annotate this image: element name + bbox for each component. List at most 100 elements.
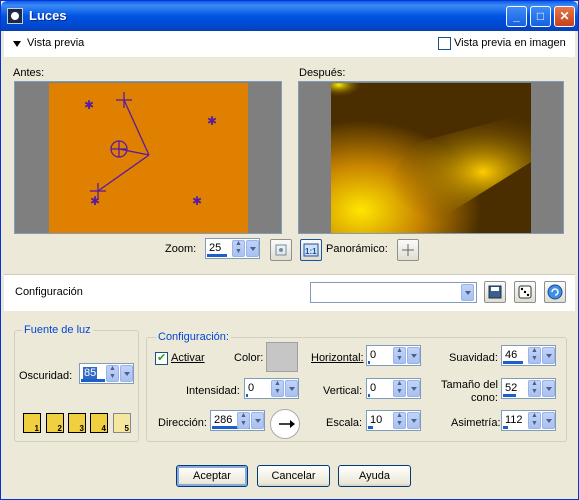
collapse-triangle-icon[interactable]	[13, 41, 21, 47]
light-2-button[interactable]: 2	[46, 413, 64, 433]
zoom-combo[interactable]: 25	[205, 238, 260, 259]
asymmetry-spinbox[interactable]: 112	[501, 410, 556, 431]
lights-dialog: Luces _ □ ✕ Vista previa Vista previa en…	[0, 0, 579, 500]
zoom-value[interactable]: 25	[209, 242, 221, 254]
pan-button[interactable]	[397, 239, 419, 261]
scale-bar	[368, 426, 373, 429]
intensity-label: Intensidad:	[186, 385, 240, 397]
intensity-spinbox[interactable]: 0	[244, 378, 299, 399]
scale-dropdown[interactable]	[407, 412, 420, 429]
after-preview-pane[interactable]	[298, 81, 564, 234]
light-marker-1: ✱	[84, 98, 94, 112]
light-marker-4: ✱	[192, 194, 202, 208]
cone-size-label: Tamaño del cono:	[441, 379, 498, 404]
asymmetry-spinner[interactable]	[528, 412, 541, 429]
cone-size-spinbox[interactable]: 52	[501, 378, 556, 399]
save-icon	[488, 285, 502, 299]
minimize-button[interactable]: _	[506, 6, 527, 27]
vertical-label: Vertical:	[323, 385, 363, 397]
cancel-button[interactable]: Cancelar	[257, 465, 330, 487]
random-button[interactable]	[514, 281, 536, 303]
direction-dial[interactable]	[270, 409, 300, 439]
scale-spinbox[interactable]: 10	[366, 410, 421, 431]
direction-arrow-icon	[279, 420, 295, 428]
svg-text:1:1: 1:1	[305, 247, 317, 256]
help-button[interactable]: Ayuda	[338, 465, 411, 487]
title-bar[interactable]: Luces _ □ ✕	[1, 1, 578, 31]
scale-value[interactable]: 10	[370, 414, 382, 426]
zoom-dropdown[interactable]	[246, 240, 259, 257]
zoom-spinner[interactable]	[232, 240, 245, 257]
light-color-swatch[interactable]	[266, 342, 298, 372]
softness-label: Suavidad:	[449, 352, 498, 364]
cone-size-value[interactable]: 52	[505, 382, 517, 394]
save-preset-button[interactable]	[484, 281, 506, 303]
light-3-button[interactable]: 3	[68, 413, 86, 433]
direction-spinner[interactable]	[237, 412, 250, 429]
image-preview-checkbox[interactable]	[438, 37, 451, 50]
intensity-dropdown[interactable]	[285, 380, 298, 397]
intensity-bar	[246, 394, 248, 397]
horizontal-label: Horizontal:	[311, 352, 364, 364]
horizontal-spinner[interactable]	[393, 347, 406, 364]
color-label: Color:	[234, 352, 264, 364]
scale-spinner[interactable]	[393, 412, 406, 429]
zoom-label: Zoom:	[165, 243, 197, 255]
image-preview-label: Vista previa en imagen	[454, 37, 566, 49]
horizontal-spinbox[interactable]: 0	[366, 345, 421, 366]
asymmetry-value[interactable]: 112	[505, 414, 523, 426]
panoramic-label: Panorámico:	[326, 243, 388, 255]
light-1-button[interactable]: 1	[23, 413, 41, 433]
horizontal-value[interactable]: 0	[370, 349, 376, 361]
darkness-label: Oscuridad:	[19, 370, 73, 382]
maximize-button[interactable]: □	[530, 6, 551, 27]
preset-dropdown[interactable]	[461, 284, 474, 301]
darkness-spinner[interactable]	[106, 365, 119, 382]
zoom-100-button[interactable]: 1:1	[300, 239, 322, 261]
zoom-bar	[207, 254, 227, 257]
zoom-fit-icon	[275, 244, 287, 256]
darkness-value[interactable]: 85	[83, 367, 98, 379]
intensity-value[interactable]: 0	[248, 382, 254, 394]
darkness-dropdown[interactable]	[120, 365, 133, 382]
cone-size-dropdown[interactable]	[542, 380, 555, 397]
vertical-value[interactable]: 0	[370, 382, 376, 394]
vertical-spinner[interactable]	[393, 380, 406, 397]
activate-checkbox[interactable]	[155, 351, 168, 365]
horizontal-dropdown[interactable]	[407, 347, 420, 364]
before-canvas[interactable]: ✱ ✱ ✱ ✱	[15, 82, 281, 233]
preset-combo[interactable]	[310, 282, 477, 303]
vertical-bar	[368, 394, 370, 397]
softness-bar	[503, 361, 523, 364]
light-5-button[interactable]: 5	[113, 413, 131, 433]
softness-dropdown[interactable]	[542, 347, 555, 364]
asymmetry-bar	[503, 426, 508, 429]
preview-toggle[interactable]: Vista previa	[27, 37, 84, 49]
accept-button[interactable]: Aceptar	[176, 465, 248, 487]
softness-spinner[interactable]	[528, 347, 541, 364]
scale-label: Escala:	[326, 417, 363, 429]
zoom-100-icon: 1:1	[303, 243, 319, 257]
vertical-dropdown[interactable]	[407, 380, 420, 397]
after-canvas	[331, 83, 531, 233]
softness-spinbox[interactable]: 46	[501, 345, 556, 366]
close-button[interactable]: ✕	[554, 6, 575, 27]
config-label: Configuración	[15, 286, 83, 298]
direction-dropdown[interactable]	[251, 412, 264, 429]
before-preview-pane[interactable]: ✱ ✱ ✱ ✱	[14, 81, 282, 234]
direction-value[interactable]: 286	[214, 414, 232, 426]
softness-value[interactable]: 46	[505, 349, 517, 361]
zoom-fit-button[interactable]	[270, 239, 292, 261]
light-4-button[interactable]: 4	[90, 413, 108, 433]
window-title: Luces	[29, 8, 67, 23]
direction-label: Dirección:	[158, 417, 207, 429]
direction-spinbox[interactable]: 286	[210, 410, 265, 431]
app-icon	[7, 8, 23, 24]
asymmetry-dropdown[interactable]	[542, 412, 555, 429]
reset-button[interactable]	[544, 281, 566, 303]
cone-size-spinner[interactable]	[528, 380, 541, 397]
darkness-spinbox[interactable]: 85	[79, 363, 134, 384]
intensity-spinner[interactable]	[271, 380, 284, 397]
vertical-spinbox[interactable]: 0	[366, 378, 421, 399]
settings-title: Configuración:	[156, 331, 231, 343]
